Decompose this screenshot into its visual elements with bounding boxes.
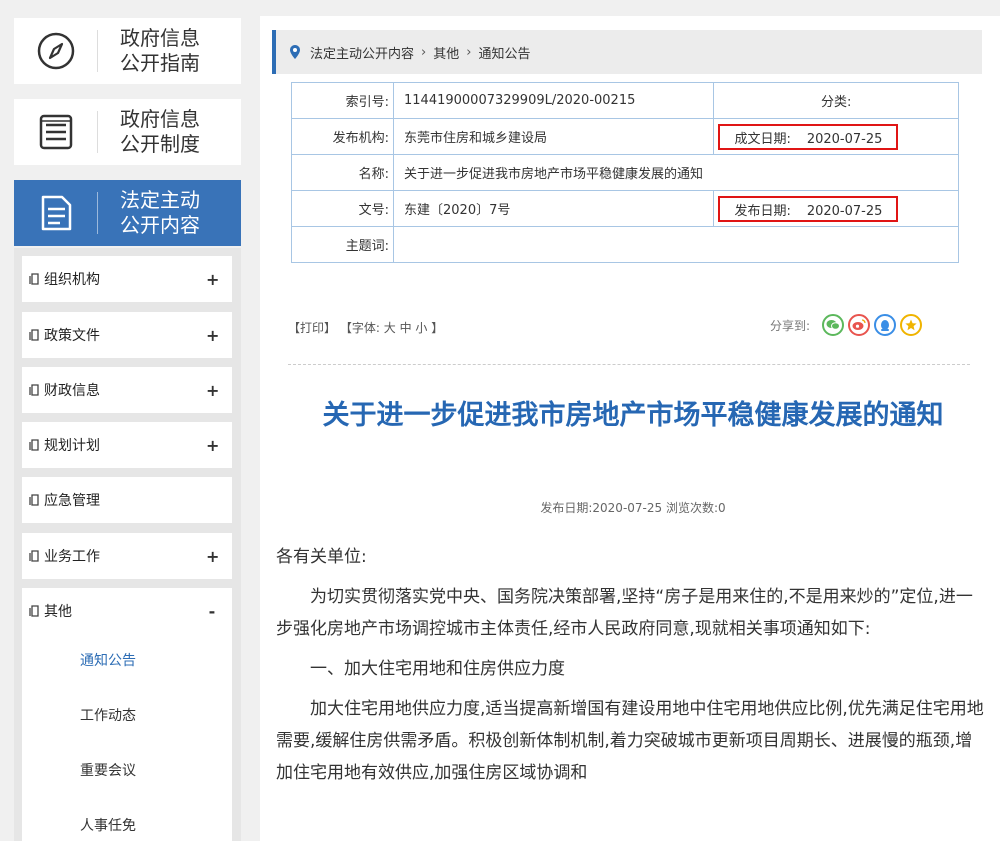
nav-card-label: 政府信息 公开制度 bbox=[98, 107, 241, 157]
article-pubinfo: 发布日期:2020-07-25 浏览次数:0 bbox=[540, 501, 726, 515]
meta-label: 文号: bbox=[291, 190, 394, 227]
sidebar-item-emergency[interactable]: 应急管理 bbox=[22, 477, 232, 523]
sidebar-item-policy[interactable]: 政策文件 + bbox=[22, 312, 232, 358]
submenu-other: 通知公告 工作动态 重要会议 人事任免 bbox=[22, 633, 232, 841]
sidebar-item-label: 其他 bbox=[44, 604, 72, 620]
nav-card-label: 政府信息 公开指南 bbox=[98, 26, 241, 76]
sidebar-item-label: 组织机构 bbox=[44, 272, 100, 288]
sidebar-item-planning[interactable]: 规划计划 + bbox=[22, 422, 232, 468]
page-icon bbox=[29, 605, 39, 617]
list-icon bbox=[14, 99, 98, 165]
document-meta-table: 索引号: 11441900007329909L/2020-00215 分类: 发… bbox=[291, 82, 959, 263]
nav-card-guide[interactable]: 政府信息 公开指南 bbox=[14, 18, 241, 84]
meta-label: 名称: bbox=[291, 154, 394, 191]
meta-label-text: 分类: bbox=[821, 95, 852, 110]
nav-card-line: 政府信息 bbox=[120, 26, 200, 50]
document-icon bbox=[14, 180, 98, 246]
nav-card-line: 公开内容 bbox=[120, 213, 200, 237]
nav-card-line: 法定主动 bbox=[120, 188, 200, 212]
meta-value: 2020-07-25 bbox=[806, 203, 883, 219]
wechat-icon[interactable] bbox=[822, 314, 845, 336]
nav-card-line: 公开制度 bbox=[120, 132, 200, 156]
article-tools: 【打印】 【字体: 大 中 小 】 bbox=[288, 319, 443, 336]
favorite-star-icon[interactable] bbox=[900, 314, 923, 336]
page-icon bbox=[29, 273, 39, 285]
article-paragraph: 加大住宅用地供应力度,适当提高新增国有建设用地中住宅用地供应比例,优先满足住宅用… bbox=[276, 699, 984, 783]
weibo-icon[interactable] bbox=[848, 314, 871, 336]
nav-card-line: 公开指南 bbox=[120, 51, 200, 75]
sidebar-menu: 组织机构 + 政策文件 + 财政信息 + 规划计划 + 应急管理 业务工作 + bbox=[14, 248, 241, 841]
meta-value bbox=[393, 226, 959, 263]
font-size-medium-link[interactable]: 中 bbox=[400, 321, 412, 335]
font-size-suffix: 】 bbox=[431, 321, 444, 335]
meta-value: 11441900007329909L/2020-00215 bbox=[392, 82, 715, 119]
breadcrumb-link[interactable]: 通知公告 bbox=[478, 43, 530, 62]
meta-value: 2020-07-25 bbox=[806, 131, 883, 147]
sidebar-item-business[interactable]: 业务工作 + bbox=[22, 533, 232, 579]
sidebar-item-label: 规划计划 bbox=[44, 438, 100, 454]
meta-value: 关于进一步促进我市房地产市场平稳健康发展的通知 bbox=[393, 154, 959, 191]
article-body: 各有关单位: 为切实贯彻落实党中央、国务院决策部署,坚持“房子是用来住的,不是用… bbox=[276, 541, 988, 797]
divider bbox=[288, 364, 970, 365]
breadcrumb-separator: › bbox=[466, 44, 472, 60]
expand-toggle[interactable]: + bbox=[206, 326, 219, 345]
submenu-item-news[interactable]: 工作动态 bbox=[80, 705, 136, 725]
meta-label: 发布机构: bbox=[291, 118, 394, 155]
sidebar-item-label: 应急管理 bbox=[44, 493, 100, 509]
nav-card-label: 法定主动 公开内容 bbox=[98, 188, 241, 238]
page-icon bbox=[29, 550, 39, 562]
article-title: 关于进一步促进我市房地产市场平稳健康发展的通知 bbox=[322, 400, 944, 431]
expand-toggle[interactable]: + bbox=[206, 547, 219, 566]
submenu-item-meetings[interactable]: 重要会议 bbox=[80, 760, 136, 780]
expand-toggle[interactable]: + bbox=[206, 436, 219, 455]
meta-value: 东莞市住房和城乡建设局 bbox=[392, 118, 715, 155]
share-label: 分享到: bbox=[770, 318, 811, 333]
main-content: 法定主动公开内容 › 其他 › 通知公告 索引号: 11441900007329… bbox=[260, 16, 1000, 841]
expand-toggle[interactable]: + bbox=[206, 381, 219, 400]
page-icon bbox=[29, 384, 39, 396]
meta-written-date: 成文日期: 2020-07-25 bbox=[713, 118, 959, 155]
article-paragraph: 为切实贯彻落实党中央、国务院决策部署,坚持“房子是用来住的,不是用来炒的”定位,… bbox=[276, 587, 973, 639]
submenu-item-personnel[interactable]: 人事任免 bbox=[80, 815, 136, 835]
meta-publish-date: 发布日期: 2020-07-25 bbox=[713, 190, 959, 227]
meta-label-text: 发布日期: bbox=[734, 203, 791, 219]
article-paragraph: 各有关单位: bbox=[276, 547, 367, 567]
print-link[interactable]: 【打印】 bbox=[288, 321, 336, 335]
highlight-box: 成文日期: 2020-07-25 bbox=[718, 123, 899, 150]
breadcrumb-link[interactable]: 法定主动公开内容 bbox=[310, 43, 414, 62]
meta-value: 东建〔2020〕7号 bbox=[392, 190, 715, 227]
compass-icon bbox=[14, 18, 98, 84]
sidebar-item-label: 政策文件 bbox=[44, 328, 100, 344]
meta-label: 索引号: bbox=[291, 82, 394, 119]
collapse-toggle[interactable]: - bbox=[206, 602, 218, 621]
page-icon bbox=[29, 439, 39, 451]
page-icon bbox=[29, 494, 39, 506]
page-icon bbox=[29, 329, 39, 341]
sidebar-item-label: 业务工作 bbox=[44, 549, 100, 565]
breadcrumb-link[interactable]: 其他 bbox=[433, 43, 459, 62]
share-bar: 分享到: bbox=[770, 314, 923, 336]
meta-label: 分类: bbox=[713, 82, 959, 119]
article-paragraph: 一、加大住宅用地和住房供应力度 bbox=[310, 659, 565, 679]
qq-icon[interactable] bbox=[874, 314, 897, 336]
font-size-large-link[interactable]: 大 bbox=[384, 321, 396, 335]
font-size-small-link[interactable]: 小 bbox=[415, 321, 427, 335]
meta-label: 主题词: bbox=[291, 226, 394, 263]
sidebar-item-label: 财政信息 bbox=[44, 383, 100, 399]
font-size-prefix: 【字体: bbox=[339, 321, 380, 335]
breadcrumb: 法定主动公开内容 › 其他 › 通知公告 bbox=[272, 30, 982, 74]
nav-card-content[interactable]: 法定主动 公开内容 bbox=[14, 180, 241, 246]
expand-toggle[interactable]: + bbox=[206, 270, 219, 289]
sidebar-item-org[interactable]: 组织机构 + bbox=[22, 256, 232, 302]
sidebar: 政府信息 公开指南 政府信息 公开制度 法定主动 公开内容 组织机构 + 政策文… bbox=[0, 0, 250, 841]
meta-label-text: 成文日期: bbox=[734, 131, 791, 147]
sidebar-item-finance[interactable]: 财政信息 + bbox=[22, 367, 232, 413]
location-pin-icon bbox=[290, 45, 300, 59]
nav-card-system[interactable]: 政府信息 公开制度 bbox=[14, 99, 241, 165]
breadcrumb-separator: › bbox=[421, 44, 427, 60]
highlight-box: 发布日期: 2020-07-25 bbox=[718, 195, 899, 222]
submenu-item-notice[interactable]: 通知公告 bbox=[80, 650, 136, 670]
sidebar-item-other[interactable]: 其他 - bbox=[22, 588, 232, 634]
nav-card-line: 政府信息 bbox=[120, 107, 200, 131]
